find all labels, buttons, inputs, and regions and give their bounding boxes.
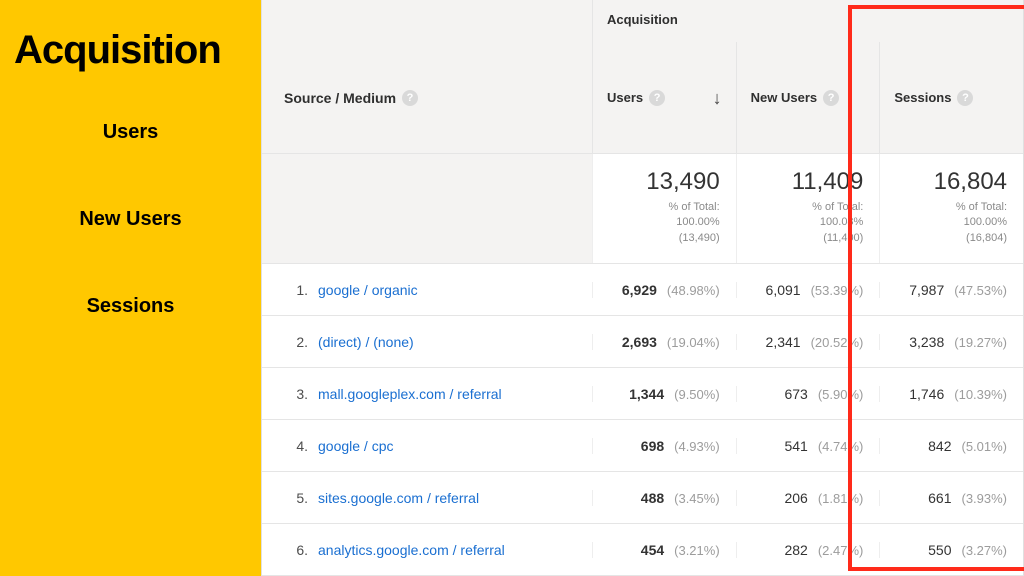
source-medium-link[interactable]: (direct) / (none) — [318, 334, 414, 350]
row-number: 1. — [284, 282, 308, 298]
totals-row: 13,490 % of Total: 100.00% (13,490) 11,4… — [262, 154, 1023, 264]
cell-users: 454(3.21%) — [592, 542, 736, 558]
column-header-source-medium[interactable]: Source / Medium ? — [262, 42, 592, 153]
cell-sessions: 661(3.93%) — [879, 490, 1023, 506]
source-medium-link[interactable]: analytics.google.com / referral — [318, 542, 505, 558]
sort-desc-icon[interactable]: ↓ — [713, 88, 722, 109]
cell-sessions: 1,746(10.39%) — [879, 386, 1023, 402]
cell-sessions: 550(3.27%) — [879, 542, 1023, 558]
table-row: 4. google / cpc 698(4.93%)541(4.74%)842(5.… — [262, 420, 1023, 472]
cell-users: 2,693(19.04%) — [592, 334, 736, 350]
table-row: 2. (direct) / (none) 2,693(19.04%)2,341(20… — [262, 316, 1023, 368]
row-number: 6. — [284, 542, 308, 558]
left-item-new-users: New Users — [14, 208, 247, 231]
cell-new-users: 2,341(20.52%) — [736, 334, 880, 350]
left-item-sessions: Sessions — [14, 295, 247, 318]
left-panel: Acquisition Users New Users Sessions — [0, 0, 261, 576]
total-sessions-value: 16,804 — [880, 168, 1007, 196]
help-icon[interactable]: ? — [823, 90, 839, 106]
total-users: 13,490 % of Total: 100.00% (13,490) — [592, 154, 736, 263]
total-new-users: 11,409 % of Total: 100.08% (11,400) — [736, 154, 880, 263]
column-header-label: Source / Medium — [284, 90, 396, 106]
cell-new-users: 541(4.74%) — [736, 438, 880, 454]
table-row: 1. google / organic 6,929(48.98%)6,091(53.… — [262, 264, 1023, 316]
column-header-sessions[interactable]: Sessions ? — [879, 42, 1023, 153]
table-row: 3. mall.googleplex.com / referral 1,344(9.… — [262, 368, 1023, 420]
column-group-acquisition: Acquisition — [592, 0, 1023, 42]
source-medium-link[interactable]: sites.google.com / referral — [318, 490, 479, 506]
cell-sessions: 7,987(47.53%) — [879, 282, 1023, 298]
table-row: 6. analytics.google.com / referral 454(3.2… — [262, 524, 1023, 576]
cell-users: 6,929(48.98%) — [592, 282, 736, 298]
source-medium-link[interactable]: google / cpc — [318, 438, 394, 454]
cell-sessions: 3,238(19.27%) — [879, 334, 1023, 350]
analytics-table: Acquisition Source / Medium ? Users ? ↓ … — [261, 0, 1024, 576]
column-header-label: Sessions — [894, 90, 951, 105]
row-number: 3. — [284, 386, 308, 402]
help-icon[interactable]: ? — [957, 90, 973, 106]
total-new-users-value: 11,409 — [737, 168, 864, 196]
cell-users: 698(4.93%) — [592, 438, 736, 454]
total-users-value: 13,490 — [593, 168, 720, 196]
cell-new-users: 282(2.47%) — [736, 542, 880, 558]
column-header-new-users[interactable]: New Users ? — [736, 42, 880, 153]
left-panel-title: Acquisition — [14, 28, 247, 73]
column-header-label: New Users — [751, 90, 817, 105]
row-number: 2. — [284, 334, 308, 350]
source-medium-link[interactable]: mall.googleplex.com / referral — [318, 386, 502, 402]
row-number: 5. — [284, 490, 308, 506]
cell-sessions: 842(5.01%) — [879, 438, 1023, 454]
total-sessions: 16,804 % of Total: 100.00% (16,804) — [879, 154, 1023, 263]
cell-users: 488(3.45%) — [592, 490, 736, 506]
left-item-users: Users — [14, 121, 247, 144]
cell-new-users: 673(5.90%) — [736, 386, 880, 402]
source-medium-link[interactable]: google / organic — [318, 282, 418, 298]
row-number: 4. — [284, 438, 308, 454]
help-icon[interactable]: ? — [402, 90, 418, 106]
cell-new-users: 206(1.81%) — [736, 490, 880, 506]
column-header-users[interactable]: Users ? ↓ — [592, 42, 736, 153]
cell-new-users: 6,091(53.39%) — [736, 282, 880, 298]
column-header-label: Users — [607, 90, 643, 105]
help-icon[interactable]: ? — [649, 90, 665, 106]
cell-users: 1,344(9.50%) — [592, 386, 736, 402]
table-row: 5. sites.google.com / referral 488(3.45%)2… — [262, 472, 1023, 524]
